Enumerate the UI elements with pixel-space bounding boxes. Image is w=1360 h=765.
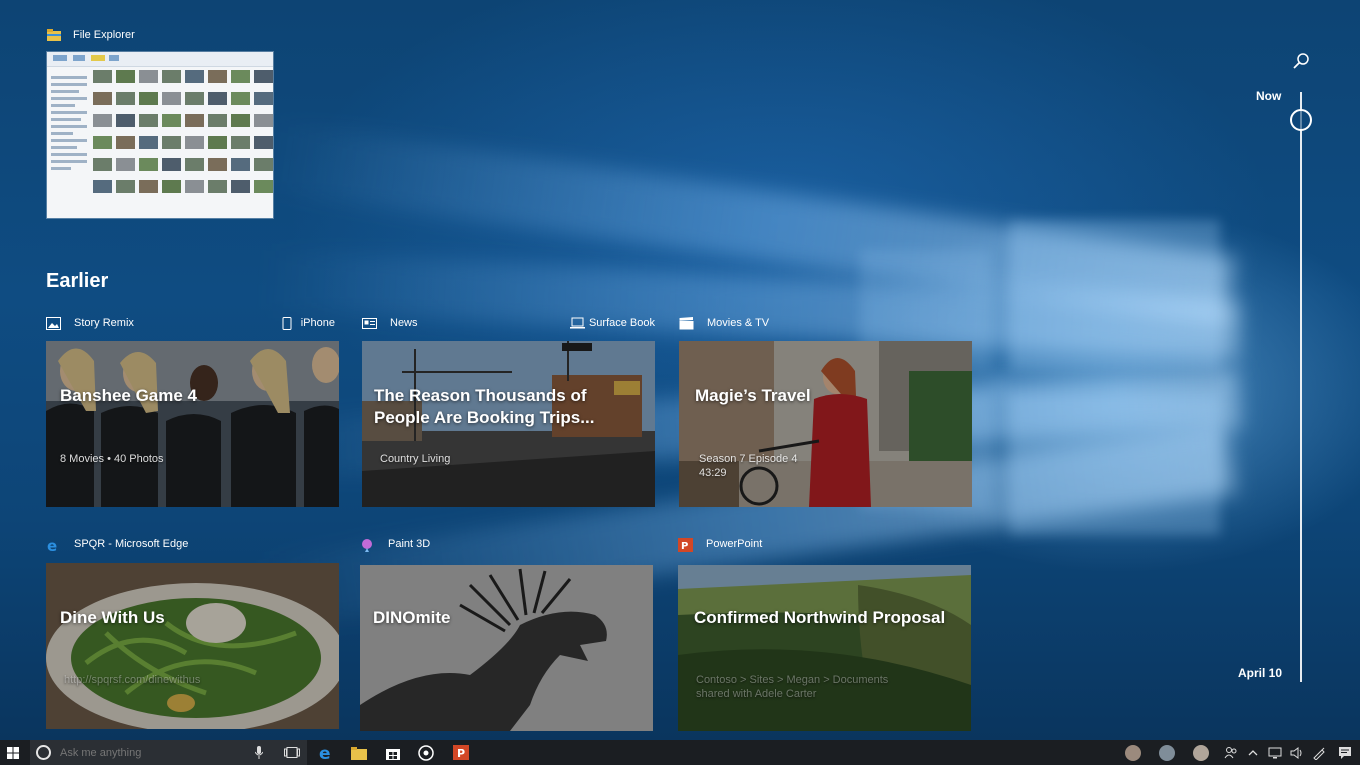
notification-icon (1339, 747, 1351, 759)
photos-icon (46, 316, 61, 330)
microphone-icon[interactable] (254, 746, 264, 764)
taskbar: e P (0, 740, 1360, 765)
avatar (1193, 744, 1209, 761)
activity-card-movies-tv[interactable]: Magie’s Travel Season 7 Episode 4 43:29 (679, 341, 972, 507)
card-device-name: Surface Book (588, 317, 655, 329)
taskbar-groove-button[interactable] (414, 740, 438, 765)
avatar (1159, 744, 1175, 761)
card-header-paint3d: Paint 3D (360, 535, 653, 553)
chevron-up-icon (1248, 749, 1258, 755)
people-contact-3[interactable] (1190, 740, 1212, 765)
edge-browser-icon: e (46, 537, 61, 555)
cortana-search-box[interactable] (30, 740, 307, 765)
network-button[interactable] (1264, 740, 1286, 765)
card-subtitle: Season 7 Episode 4 (699, 453, 798, 465)
card-header-news: News Surface Book (362, 314, 655, 332)
avatar (1125, 744, 1141, 761)
powerpoint-icon: P (678, 537, 693, 552)
people-contact-1[interactable] (1122, 740, 1144, 765)
explorer-photo-grid (93, 70, 273, 193)
card-subtitle-duration: 43:29 (699, 467, 727, 479)
paint3d-icon (360, 538, 375, 552)
activity-card-dinomite[interactable]: DINOmite (360, 565, 653, 731)
card-shared-with: shared with Adele Carter (696, 688, 817, 700)
folder-icon (351, 746, 367, 760)
volume-button[interactable] (1286, 740, 1308, 765)
card-path: Contoso > Sites > Megan > Documents (696, 674, 889, 686)
card-title: Confirmed Northwind Proposal (694, 608, 946, 627)
powerpoint-icon: P (453, 745, 469, 760)
card-header-story-remix: Story Remix iPhone (46, 314, 335, 332)
speaker-icon (1290, 746, 1302, 759)
activity-card-news-article[interactable]: The Reason Thousands of People Are Booki… (362, 341, 655, 507)
svg-text:e: e (319, 745, 331, 761)
activity-card-dine-with-us[interactable]: Dine With Us http://spqrsf.com/dinewithu… (46, 563, 339, 729)
card-header-powerpoint: P PowerPoint (678, 535, 971, 553)
people-button[interactable] (1220, 740, 1242, 765)
edge-browser-icon: e (319, 745, 331, 761)
svg-text:P: P (457, 747, 465, 760)
phone-icon (282, 316, 297, 330)
card-app-name: PowerPoint (706, 538, 763, 550)
explorer-ribbon (47, 52, 273, 67)
card-title: The Reason Thousands of People Are Booki… (374, 386, 595, 427)
file-explorer-icon (47, 28, 61, 42)
show-hidden-icons-button[interactable] (1242, 740, 1264, 765)
task-view-button[interactable] (280, 740, 304, 765)
action-center-button[interactable] (1330, 740, 1360, 765)
people-icon (1224, 746, 1237, 758)
pen-workspace-button[interactable] (1308, 740, 1330, 765)
taskbar-edge-button[interactable]: e (314, 740, 338, 765)
card-title: Banshee Game 4 (60, 386, 198, 405)
network-icon (1268, 747, 1282, 758)
pen-icon (1313, 747, 1325, 760)
svg-text:e: e (47, 538, 57, 553)
card-subtitle: 8 Movies • 40 Photos (60, 453, 164, 465)
card-app-name: Movies & TV (707, 317, 770, 329)
section-title-earlier: Earlier (46, 270, 109, 292)
card-app-name: Story Remix (74, 317, 134, 329)
svg-text:P: P (681, 541, 688, 552)
file-explorer-thumbnail[interactable] (47, 52, 273, 218)
timeline-now-label: Now (1256, 89, 1282, 103)
laptop-icon (569, 317, 585, 330)
card-subtitle: Country Living (380, 453, 451, 465)
cortana-icon (36, 745, 51, 760)
card-title: Dine With Us (60, 608, 165, 627)
start-button[interactable] (0, 740, 26, 765)
news-icon (362, 317, 377, 330)
current-activity-header: File Explorer (47, 27, 135, 43)
card-title: Magie’s Travel (695, 386, 811, 405)
card-app-name: Paint 3D (388, 538, 431, 550)
taskbar-powerpoint-button[interactable]: P (449, 740, 473, 765)
taskbar-store-button[interactable] (381, 740, 405, 765)
timeline-search-icon[interactable] (1291, 52, 1311, 72)
current-activity-app-name: File Explorer (73, 29, 135, 41)
system-tray (1122, 740, 1360, 765)
card-app-name: News (390, 317, 418, 329)
people-contact-2[interactable] (1156, 740, 1178, 765)
explorer-nav-tree (51, 72, 87, 174)
timeline-scroll-handle[interactable] (1290, 109, 1312, 131)
activity-card-banshee-game[interactable]: Banshee Game 4 8 Movies • 40 Photos (46, 341, 339, 507)
card-header-edge: e SPQR - Microsoft Edge (46, 535, 335, 555)
music-disc-icon (418, 744, 434, 761)
timeline-scrollbar-track[interactable] (1300, 92, 1302, 682)
cortana-search-input[interactable] (58, 745, 262, 760)
card-title: DINOmite (373, 608, 451, 627)
store-icon (386, 748, 400, 760)
card-app-name: SPQR - Microsoft Edge (74, 538, 189, 550)
timeline-date-label: April 10 (1238, 666, 1283, 680)
card-header-movies-tv: Movies & TV (679, 314, 972, 332)
taskbar-file-explorer-button[interactable] (347, 740, 371, 765)
card-url: http://spqrsf.com/dinewithus (64, 674, 201, 686)
task-view-icon (284, 747, 300, 758)
clapperboard-icon (679, 316, 694, 330)
windows-logo-icon (7, 746, 19, 759)
activity-card-northwind-proposal[interactable]: Confirmed Northwind Proposal Contoso > S… (678, 565, 971, 731)
card-device-name: iPhone (300, 317, 335, 329)
